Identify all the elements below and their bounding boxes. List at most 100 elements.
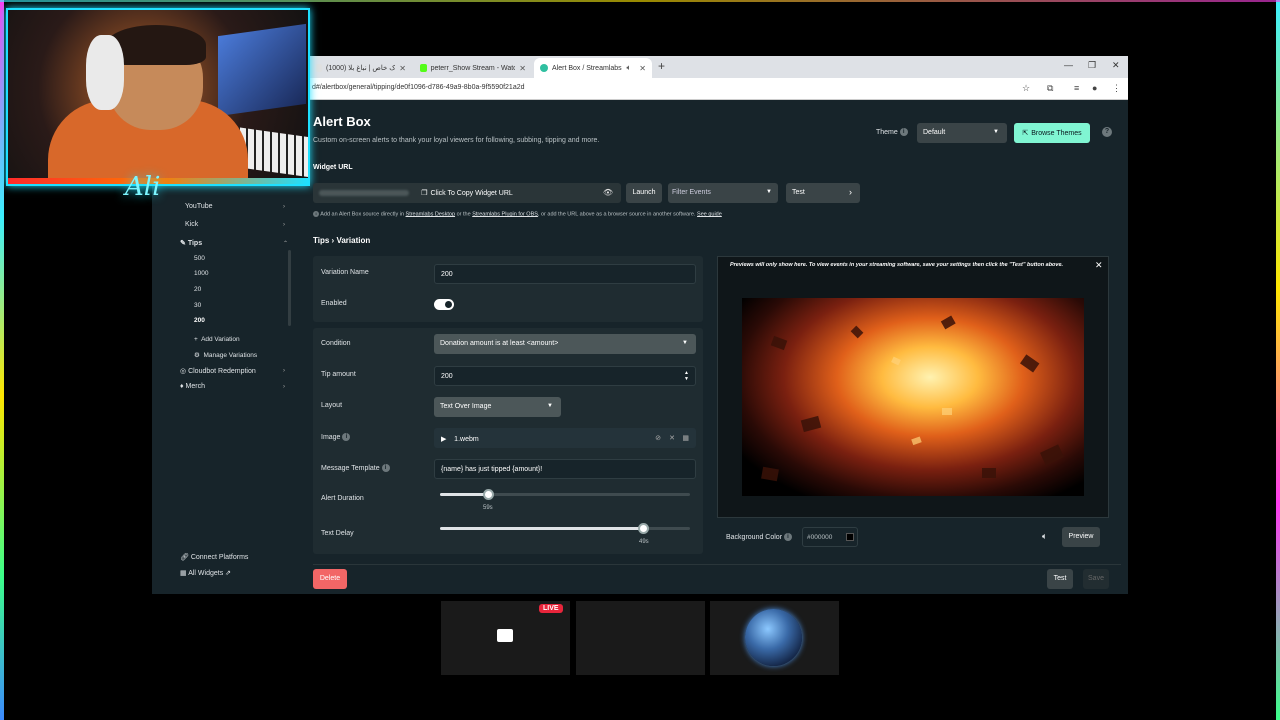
rgb-edge-left (0, 0, 4, 720)
help-icon[interactable]: ? (1102, 127, 1112, 137)
slider-fill (440, 527, 643, 530)
close-icon[interactable]: ✕ (399, 64, 406, 73)
breadcrumb-parent[interactable]: Tips (313, 236, 329, 245)
volume-icon[interactable]: 🔈︎ (1042, 531, 1047, 542)
preview-button[interactable]: Preview (1062, 527, 1100, 547)
condition-select[interactable]: Donation amount is at least <amount> ▼ (434, 334, 696, 354)
text-delay-slider[interactable] (440, 523, 690, 534)
color-swatch[interactable] (846, 533, 854, 541)
alert-preview-image (742, 298, 1084, 496)
close-icon[interactable]: ✕ (519, 64, 526, 73)
alert-duration-slider[interactable] (440, 489, 690, 500)
sidebar-variation-200[interactable]: 200 (194, 317, 205, 324)
new-tab-icon[interactable]: + (658, 59, 665, 73)
manage-variations-link[interactable]: ⚙ Manage Variations (194, 351, 257, 359)
delete-button[interactable]: Delete (313, 569, 347, 589)
variation-name-input[interactable]: 200 (434, 264, 696, 284)
minimize-icon[interactable]: — (1064, 60, 1073, 70)
slider-handle[interactable] (482, 489, 494, 500)
tip-amount-input[interactable]: 200 ▲ ▼ (434, 366, 696, 386)
widget-url-field[interactable]: ❐ Click To Copy Widget URL 👁︎ (313, 183, 621, 203)
sidebar-item-youtube[interactable]: YouTube (185, 203, 213, 210)
slider-handle[interactable] (637, 523, 649, 534)
sidebar-item-label: Cloudbot Redemption (188, 368, 256, 375)
clear-icon[interactable]: ✕ (669, 434, 675, 442)
sidebar-variation-30[interactable]: 30 (194, 302, 201, 309)
see-guide-link[interactable]: See guide (697, 211, 722, 217)
library-grid-icon[interactable]: ▦ (682, 434, 689, 442)
image-label-text: Image (321, 433, 341, 441)
tab-label: سترم باک خاص | نباغ بلا (1000) (326, 65, 396, 72)
connect-platforms-link[interactable]: 🔗︎ Connect Platforms (180, 553, 248, 561)
kick-favicon (420, 64, 427, 72)
add-variation-link[interactable]: + Add Variation (194, 336, 240, 343)
tip-amount-value: 200 (441, 373, 453, 380)
streamlabs-desktop-link[interactable]: Streamlabs Desktop (406, 211, 456, 217)
speaker-icon[interactable]: 🔈︎ (626, 63, 631, 73)
info-icon[interactable]: i (381, 464, 390, 472)
stream-thumbnail-2[interactable] (576, 601, 705, 675)
sidebar-item-label: Merch (185, 383, 205, 390)
chevron-down-icon: ▼ (547, 403, 553, 409)
browse-themes-label: Browse Themes (1031, 129, 1082, 137)
message-template-input[interactable]: {name} has just tipped {amount}! (434, 459, 696, 479)
sidebar-scrollbar[interactable] (288, 250, 291, 326)
tab-favicon (316, 64, 323, 72)
launch-button[interactable]: Launch (626, 183, 662, 203)
page-subtitle: Custom on-screen alerts to thank your lo… (313, 137, 600, 144)
tab-label: Alert Box / Streamlabs (552, 64, 622, 72)
sidebar-item-kick[interactable]: Kick (185, 221, 198, 228)
close-icon[interactable]: ✕ (639, 64, 646, 73)
info-text-2: or the (456, 211, 471, 218)
close-window-icon[interactable]: ✕ (1112, 60, 1120, 71)
image-file-field[interactable]: ▶ 1.webm ⊘ ✕ ▦ (434, 428, 696, 448)
link-icon: 🔗︎ (180, 554, 189, 561)
enabled-label: Enabled (321, 300, 347, 307)
kebab-menu-icon[interactable]: ⋮ (1112, 83, 1121, 94)
tips-icon: ✎ (180, 240, 186, 247)
variation-name-label: Variation Name (321, 269, 369, 276)
widget-url-label: Widget URL (313, 164, 353, 171)
extensions-icon[interactable]: ⧉ (1047, 83, 1053, 94)
stepper-icon[interactable]: ▲ ▼ (684, 370, 689, 382)
merch-icon: ♦ (180, 383, 184, 390)
profile-avatar-icon[interactable]: ● (1092, 83, 1097, 93)
enabled-toggle[interactable] (434, 299, 454, 310)
alert-duration-value: 59s (483, 505, 493, 511)
tab-alert-box[interactable]: Alert Box / Streamlabs 🔈︎ ✕ (534, 58, 652, 78)
all-widgets-label: All Widgets (188, 570, 224, 577)
filter-events-select[interactable]: Filter Events ▼ (668, 183, 778, 203)
save-button[interactable]: Save (1083, 569, 1109, 589)
sidebar-variation-1000[interactable]: 1000 (194, 270, 208, 277)
chevron-right-icon: › (283, 204, 285, 210)
theme-select[interactable]: Default ▼ (917, 123, 1007, 143)
tab-arabic-stream[interactable]: سترم باک خاص | نباغ بلا (1000) ✕ (310, 58, 412, 78)
all-widgets-link[interactable]: ▦ All Widgets ⇗ (180, 569, 231, 577)
eye-icon[interactable]: 👁︎ (603, 188, 613, 197)
bookmark-star-icon[interactable]: ☆ (1022, 83, 1030, 94)
sidebar-item-merch[interactable]: ♦ Merch (180, 383, 205, 390)
test-button[interactable]: Test (1047, 569, 1073, 589)
chevron-right-icon: › (283, 368, 285, 374)
obs-plugin-link[interactable]: Streamlabs Plugin for OBS (472, 211, 538, 217)
sidebar-item-label: Kick (185, 221, 199, 228)
browse-themes-button[interactable]: ⇱ Browse Themes (1014, 123, 1090, 143)
bg-label-text: Background Color (726, 533, 783, 541)
sidebar-item-tips[interactable]: ✎ Tips (180, 239, 202, 247)
grid-icon: ▦ (180, 570, 187, 577)
streamlabs-favicon (540, 64, 548, 72)
sidebar-item-cloudbot[interactable]: ◎ Cloudbot Redemption (180, 367, 256, 375)
info-icon[interactable]: i (899, 128, 908, 136)
restore-icon[interactable]: ❐ (1088, 60, 1096, 71)
info-icon[interactable]: i (342, 433, 351, 441)
layout-select[interactable]: Text Over Image ▼ (434, 397, 561, 417)
media-controls-icon[interactable]: ≡ (1074, 83, 1079, 93)
test-dropdown-button[interactable]: Test › (786, 183, 860, 203)
tab-kick-stream[interactable]: peterr_Show Stream - Watch Li... ✕ (414, 58, 532, 78)
link-icon[interactable]: ⊘ (655, 434, 661, 442)
info-icon[interactable]: i (783, 533, 792, 541)
external-link-icon: ⇱ (1022, 130, 1029, 137)
sidebar-variation-20[interactable]: 20 (194, 286, 201, 293)
sidebar-variation-500[interactable]: 500 (194, 255, 205, 262)
close-icon[interactable]: ✕ (1095, 260, 1103, 271)
